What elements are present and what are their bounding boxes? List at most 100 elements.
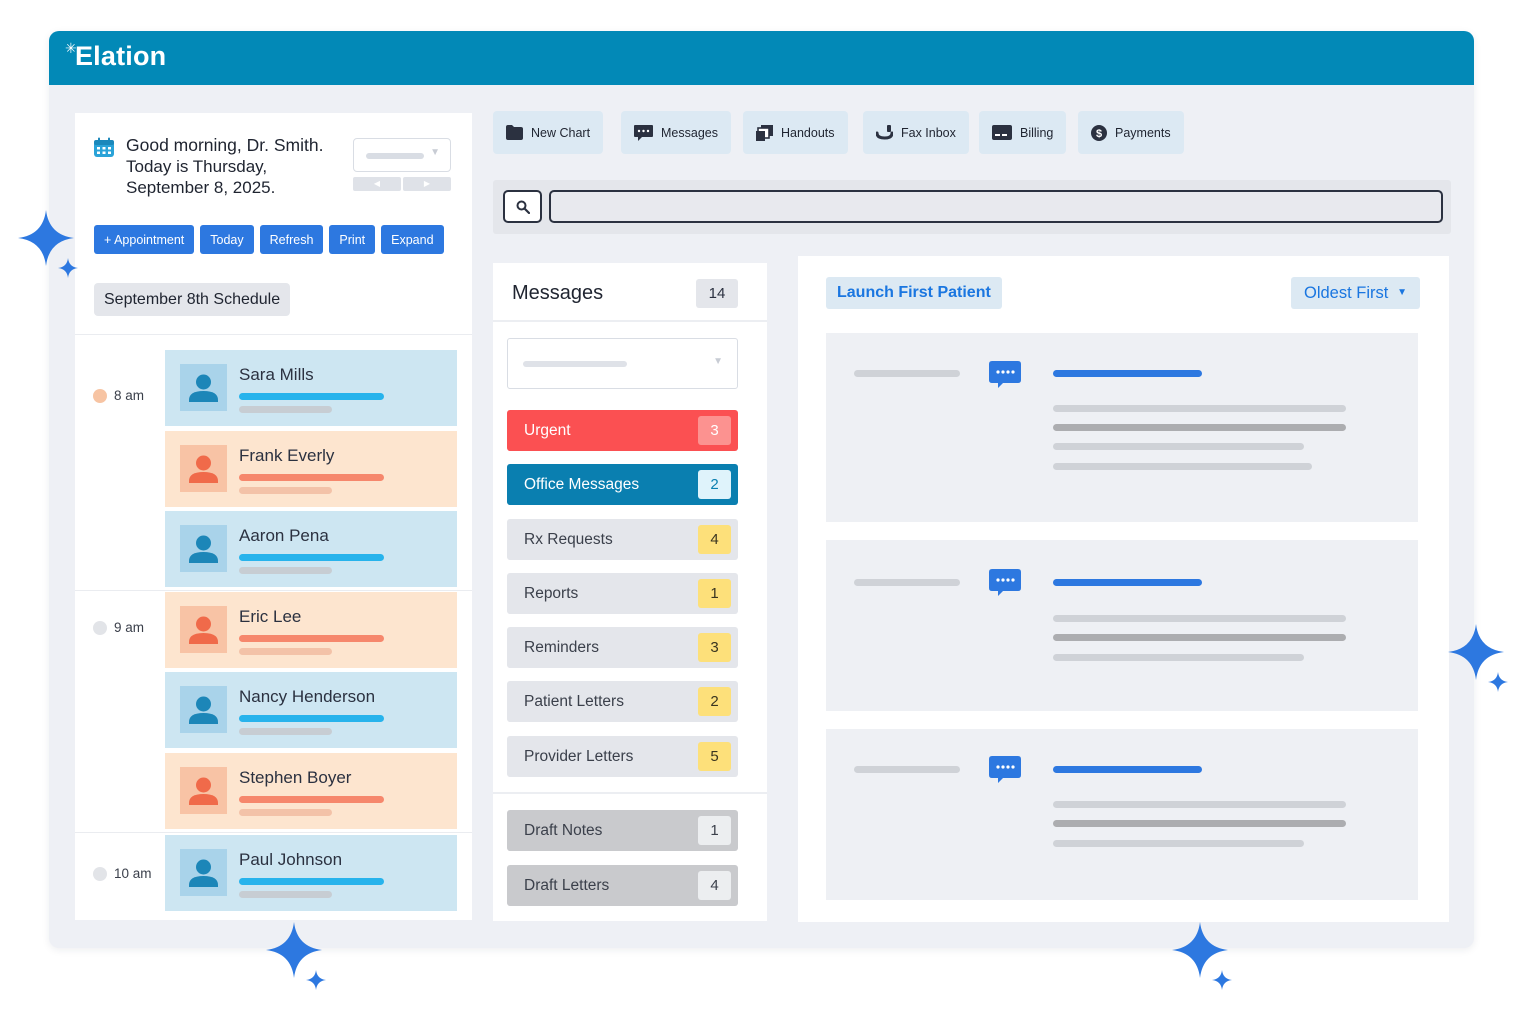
- time-label: 9 am: [114, 620, 145, 635]
- appointment-card[interactable]: Stephen Boyer: [165, 753, 457, 829]
- patient-name: Nancy Henderson: [239, 687, 376, 706]
- fax-icon: [876, 124, 893, 140]
- payments-button[interactable]: $ Payments: [1078, 111, 1184, 154]
- chevron-down-icon: ▼: [430, 147, 440, 158]
- folder-icon: [506, 125, 523, 140]
- patient-avatar-icon: [180, 525, 227, 572]
- today-button[interactable]: Today: [200, 225, 254, 254]
- category-rx-requests[interactable]: Rx Requests 4: [507, 519, 738, 560]
- sparkle-icon: [1172, 922, 1232, 990]
- count-badge: 4: [698, 525, 731, 554]
- category-label: Reminders: [524, 638, 599, 656]
- sparkle-icon: [1448, 624, 1508, 692]
- search-button[interactable]: [503, 190, 542, 223]
- prev-day-button[interactable]: ◀: [353, 177, 401, 191]
- category-draft-notes[interactable]: Draft Notes 1: [507, 810, 738, 851]
- patient-name: Aaron Pena: [239, 526, 329, 545]
- appointment-card[interactable]: Eric Lee: [165, 592, 457, 668]
- toolbar-label: Handouts: [781, 125, 835, 140]
- patient-avatar-icon: [180, 686, 227, 733]
- search-input[interactable]: [549, 190, 1443, 223]
- count-badge: 1: [698, 816, 731, 845]
- greeting-line: Good morning, Dr. Smith.: [126, 135, 324, 155]
- patient-name: Stephen Boyer: [239, 768, 352, 787]
- category-label: Reports: [524, 584, 579, 602]
- count-badge: 4: [698, 871, 731, 900]
- expand-button[interactable]: Expand: [381, 225, 444, 254]
- time-slot-10am: 10 am: [93, 866, 152, 881]
- category-reports[interactable]: Reports 1: [507, 573, 738, 614]
- category-label: Draft Notes: [524, 821, 603, 839]
- toolbar-label: Messages: [661, 125, 718, 140]
- message-icon: [634, 124, 653, 141]
- chat-icon: [989, 361, 1021, 388]
- handouts-icon: [756, 124, 773, 141]
- fax-inbox-button[interactable]: Fax Inbox: [863, 111, 969, 154]
- message-card[interactable]: [826, 540, 1418, 711]
- dollar-icon: $: [1091, 124, 1107, 141]
- handouts-button[interactable]: Handouts: [743, 111, 848, 154]
- category-draft-letters[interactable]: Draft Letters 4: [507, 865, 738, 906]
- elation-logo[interactable]: ✳ Elation: [65, 41, 166, 72]
- appointment-card[interactable]: Frank Everly: [165, 431, 457, 507]
- billing-icon: [992, 125, 1012, 140]
- chevron-down-icon: ▼: [713, 356, 723, 367]
- category-label: Urgent: [524, 421, 571, 439]
- divider: [75, 832, 472, 833]
- sort-label: Oldest First: [1304, 284, 1389, 302]
- toolbar-label: New Chart: [531, 125, 591, 140]
- date-line: September 8, 2025.: [126, 178, 276, 197]
- appointment-card[interactable]: Aaron Pena: [165, 511, 457, 587]
- appointment-card[interactable]: Paul Johnson: [165, 835, 457, 911]
- search-bar: [493, 180, 1451, 234]
- schedule-title: September 8th Schedule: [94, 283, 291, 316]
- category-reminders[interactable]: Reminders 3: [507, 627, 738, 668]
- count-badge: 5: [698, 742, 731, 771]
- category-provider-letters[interactable]: Provider Letters 5: [507, 736, 738, 777]
- date-select[interactable]: ▼: [353, 138, 451, 172]
- schedule-actions: + Appointment Today Refresh Print Expand: [94, 225, 444, 254]
- sort-select[interactable]: Oldest First ▼: [1291, 277, 1420, 309]
- messages-title: Messages: [512, 282, 604, 304]
- next-day-button[interactable]: ▶: [403, 177, 451, 191]
- time-slot-9am: 9 am: [93, 620, 144, 635]
- refresh-button[interactable]: Refresh: [259, 225, 324, 254]
- appointment-card[interactable]: Sara Mills: [165, 350, 457, 426]
- chevron-down-icon: ▼: [1397, 287, 1407, 298]
- time-slot-8am: 8 am: [93, 388, 144, 403]
- messages-button[interactable]: Messages: [621, 111, 731, 154]
- count-badge: 3: [698, 633, 731, 662]
- billing-button[interactable]: Billing: [979, 111, 1067, 154]
- category-urgent[interactable]: Urgent 3: [507, 410, 738, 451]
- today-line: Today is Thursday,: [126, 157, 268, 176]
- time-dot: [93, 866, 107, 881]
- new-chart-button[interactable]: New Chart: [493, 111, 604, 154]
- message-card[interactable]: [826, 333, 1418, 522]
- toolbar-label: Billing: [1020, 125, 1054, 140]
- count-badge: 3: [698, 416, 731, 445]
- category-label: Patient Letters: [524, 692, 624, 710]
- message-filter-select[interactable]: ▼: [507, 338, 738, 389]
- time-label: 8 am: [114, 388, 145, 403]
- messages-count-badge: 14: [696, 279, 738, 308]
- top-bar: ✳ Elation: [49, 31, 1474, 85]
- toolbar-label: Fax Inbox: [901, 125, 956, 140]
- patient-name: Frank Everly: [239, 446, 335, 465]
- time-dot: [93, 620, 107, 635]
- patient-avatar-icon: [180, 606, 227, 653]
- category-patient-letters[interactable]: Patient Letters 2: [507, 681, 738, 722]
- current-time-dot: [93, 388, 107, 403]
- patient-avatar-icon: [180, 767, 227, 814]
- message-card[interactable]: [826, 729, 1418, 900]
- print-button[interactable]: Print: [329, 225, 376, 254]
- appointment-card[interactable]: Nancy Henderson: [165, 672, 457, 748]
- patient-avatar-icon: [180, 364, 227, 411]
- logo-text: Elation: [74, 41, 167, 71]
- patient-avatar-icon: [180, 445, 227, 492]
- inbox-panel: Launch First Patient Oldest First ▼: [798, 256, 1449, 922]
- sparkle-icon: [266, 922, 326, 990]
- category-office-messages[interactable]: Office Messages 2: [507, 464, 738, 505]
- category-label: Provider Letters: [524, 747, 634, 765]
- add-appointment-button[interactable]: + Appointment: [94, 225, 195, 254]
- launch-first-patient-button[interactable]: Launch First Patient: [826, 277, 1002, 309]
